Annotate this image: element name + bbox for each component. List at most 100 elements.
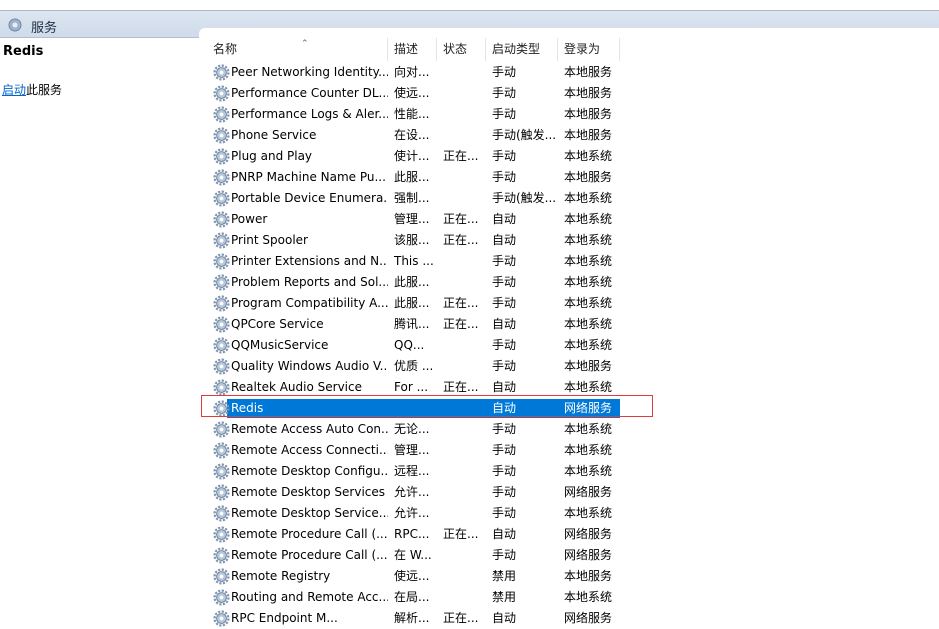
service-row[interactable]: Remote Access Auto Con... 无论... 手动 本地系统 <box>199 419 939 440</box>
service-status <box>437 461 486 482</box>
service-status: 正在... <box>443 611 479 625</box>
service-status <box>437 566 486 587</box>
service-status <box>437 188 486 209</box>
service-row[interactable]: Routing and Remote Acc... 在局... 禁用 本地系统 <box>199 587 939 608</box>
service-description: 允许... <box>394 485 430 499</box>
service-status: 正在... <box>443 317 479 331</box>
service-row[interactable]: Peer Networking Identity... 向对... 手动 本地服务 <box>199 62 939 83</box>
service-status <box>437 167 486 188</box>
service-name: Routing and Remote Acc... <box>231 590 388 604</box>
start-service-link[interactable]: 启动 <box>2 83 26 97</box>
service-startup-type: 手动 <box>492 506 517 520</box>
details-pane: Redis 启动此服务 <box>0 38 199 617</box>
service-name: Remote Desktop Service... <box>231 506 388 520</box>
service-log-on-as: 本地服务 <box>564 359 613 373</box>
service-row[interactable]: Portable Device Enumera... 强制... 手动(触发... 本… <box>199 188 939 209</box>
service-row[interactable]: Printer Extensions and N... This ... 手动 本地系… <box>199 251 939 272</box>
service-row[interactable]: QQMusicService QQ... 手动 本地系统 <box>199 335 939 356</box>
service-log-on-as: 网络服务 <box>564 485 613 499</box>
service-row[interactable]: Program Compatibility A... 此服... 正在... 手动 本地… <box>199 293 939 314</box>
service-status <box>437 356 486 377</box>
service-status <box>437 440 486 461</box>
service-startup-type: 禁用 <box>492 569 517 583</box>
service-log-on-as: 本地系统 <box>564 338 613 352</box>
service-row[interactable]: Problem Reports and Sol... 此服... 手动 本地系统 <box>199 272 939 293</box>
column-header-startup-type[interactable]: 启动类型 <box>486 38 558 61</box>
service-description: 向对... <box>394 65 430 79</box>
service-log-on-as: 本地服务 <box>564 569 613 583</box>
service-status <box>437 62 486 83</box>
service-name: Performance Logs & Aler... <box>231 107 388 121</box>
service-startup-type: 手动 <box>492 464 517 478</box>
services-list[interactable]: ⌃ 名称 描述 状态 启动类型 登录为 Peer Networking Iden… <box>199 28 939 627</box>
service-name: Remote Access Auto Con... <box>231 422 388 436</box>
service-status: 正在... <box>443 296 479 310</box>
column-header-log-on-as[interactable]: 登录为 <box>558 38 620 61</box>
service-description: 使远... <box>394 569 430 583</box>
service-row[interactable]: Quality Windows Audio V... 优质 ... 手动 本地服务 <box>199 356 939 377</box>
service-row[interactable]: Remote Registry 使远... 禁用 本地服务 <box>199 566 939 587</box>
service-name: Performance Counter DL... <box>231 86 388 100</box>
service-log-on-as: 本地系统 <box>564 296 613 310</box>
service-log-on-as: 本地系统 <box>564 590 613 604</box>
service-row[interactable]: Phone Service 在设... 手动(触发... 本地服务 <box>199 125 939 146</box>
service-log-on-as: 本地系统 <box>564 191 613 205</box>
service-log-on-as: 本地系统 <box>564 422 613 436</box>
service-name: QPCore Service <box>231 317 324 331</box>
service-status <box>437 272 486 293</box>
column-header-status[interactable]: 状态 <box>437 38 486 61</box>
service-row[interactable]: Remote Access Connecti... 管理... 手动 本地系统 <box>199 440 939 461</box>
start-service-suffix: 此服务 <box>26 83 63 97</box>
service-row[interactable]: Remote Desktop Configu... 远程... 手动 本地系统 <box>199 461 939 482</box>
services-gear-icon <box>8 18 22 32</box>
service-row[interactable]: Power 管理... 正在... 自动 本地系统 <box>199 209 939 230</box>
service-log-on-as: 本地服务 <box>564 86 613 100</box>
service-name: Print Spooler <box>231 233 308 247</box>
service-status: 正在... <box>443 149 479 163</box>
service-startup-type: 手动 <box>492 149 517 163</box>
service-startup-type: 手动 <box>492 86 517 100</box>
service-name: QQMusicService <box>231 338 329 352</box>
column-header-name[interactable]: ⌃ 名称 <box>207 38 388 61</box>
service-log-on-as: 本地系统 <box>564 464 613 478</box>
service-description: 管理... <box>394 443 430 457</box>
service-status <box>437 545 486 566</box>
service-name: Remote Desktop Configu... <box>231 464 388 478</box>
service-status <box>437 335 486 356</box>
service-startup-type: 手动 <box>492 65 517 79</box>
service-description: 无论... <box>394 422 430 436</box>
service-log-on-as: 本地系统 <box>564 149 613 163</box>
service-name: Quality Windows Audio V... <box>231 359 388 373</box>
service-description: 在设... <box>394 128 430 142</box>
service-row[interactable]: Remote Procedure Call (... RPC... 正在... 自动 网… <box>199 524 939 545</box>
service-row[interactable]: Plug and Play 使计... 正在... 手动 本地系统 <box>199 146 939 167</box>
service-log-on-as: 网络服务 <box>564 548 613 562</box>
column-header-row: ⌃ 名称 描述 状态 启动类型 登录为 <box>199 38 939 61</box>
service-startup-type: 手动 <box>492 443 517 457</box>
service-name: Peer Networking Identity... <box>231 65 388 79</box>
service-description: 此服... <box>394 275 430 289</box>
service-log-on-as: 网络服务 <box>564 527 613 541</box>
service-log-on-as: 本地系统 <box>564 506 613 520</box>
service-startup-type: 手动(触发... <box>492 128 557 142</box>
service-startup-type: 手动 <box>492 548 517 562</box>
service-row[interactable]: Performance Counter DL... 使远... 手动 本地服务 <box>199 83 939 104</box>
service-description: 使远... <box>394 86 430 100</box>
column-header-description[interactable]: 描述 <box>388 38 437 61</box>
service-row[interactable]: QPCore Service 腾讯... 正在... 自动 本地系统 <box>199 314 939 335</box>
service-description: 此服... <box>394 296 430 310</box>
service-row[interactable]: PNRP Machine Name Pu... 此服... 手动 本地服务 <box>199 167 939 188</box>
service-status <box>437 419 486 440</box>
service-row[interactable]: Performance Logs & Aler... 性能... 手动 本地服务 <box>199 104 939 125</box>
service-name: RPC Endpoint M... <box>231 611 338 625</box>
service-row[interactable]: Print Spooler 该服... 正在... 自动 本地系统 <box>199 230 939 251</box>
service-row[interactable]: Remote Procedure Call (... 在 W... 手动 网络服务 <box>199 545 939 566</box>
service-row[interactable]: Remote Desktop Services 允许... 手动 网络服务 <box>199 482 939 503</box>
service-log-on-as: 本地系统 <box>564 443 613 457</box>
service-row[interactable]: RPC Endpoint M... 解析... 正在... 自动 网络服务 <box>199 608 939 629</box>
service-startup-type: 手动 <box>492 485 517 499</box>
service-row[interactable]: Remote Desktop Service... 允许... 手动 本地系统 <box>199 503 939 524</box>
service-status: 正在... <box>443 233 479 247</box>
service-description: 远程... <box>394 464 430 478</box>
service-name: Remote Desktop Services <box>231 485 386 499</box>
